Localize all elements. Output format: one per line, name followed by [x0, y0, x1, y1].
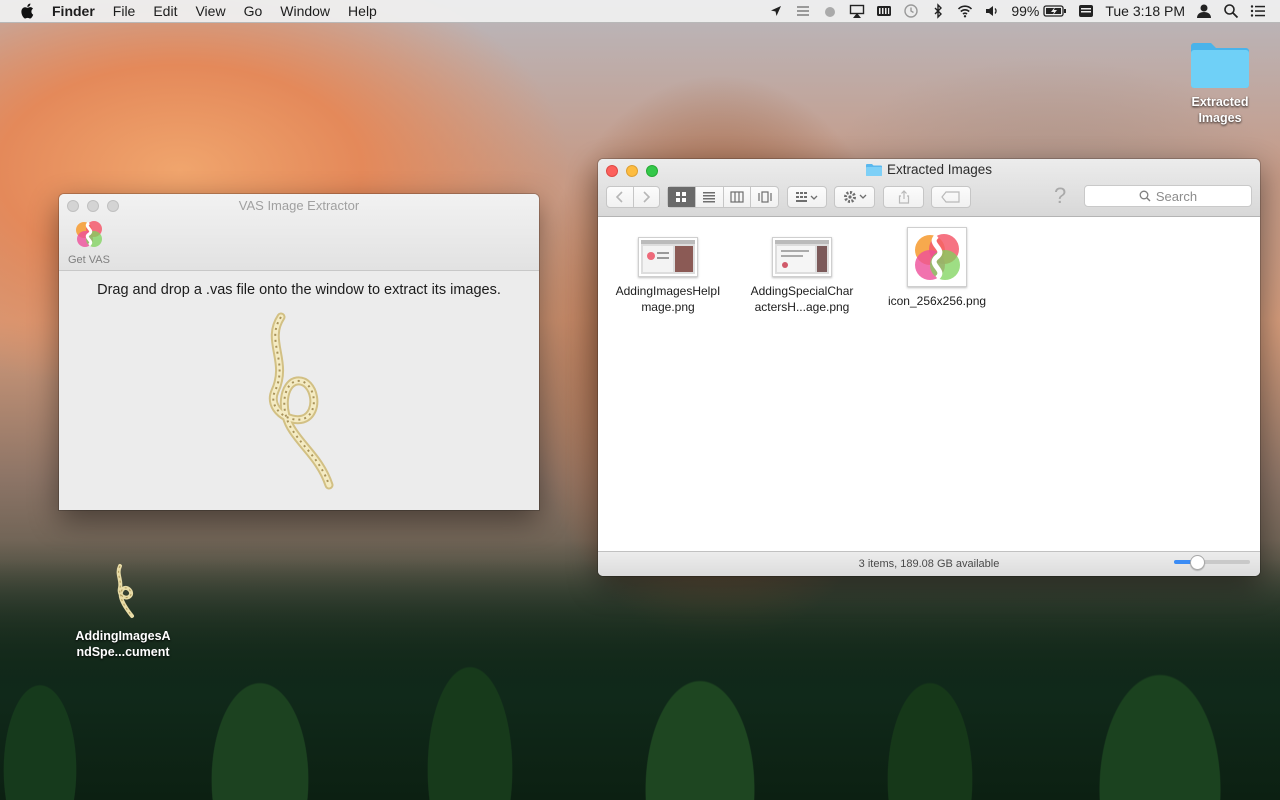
input-source-icon[interactable]: [1078, 3, 1094, 19]
cover-flow-icon: [758, 191, 772, 203]
menu-go[interactable]: Go: [235, 0, 272, 22]
vas-rope-document-icon: [116, 564, 134, 618]
icon-size-slider-knob[interactable]: [1189, 555, 1205, 570]
menu-file[interactable]: File: [104, 0, 145, 22]
folder-icon: [865, 164, 882, 176]
folder-label-line2: Images: [1198, 111, 1242, 125]
spotlight-search-icon[interactable]: [1223, 3, 1239, 19]
finder-window[interactable]: Extracted Images ? Search AddingImagesHe…: [598, 159, 1260, 576]
notification-center-icon[interactable]: [1250, 3, 1266, 19]
help-icon[interactable]: ?: [1054, 183, 1066, 209]
chevron-right-icon: [643, 191, 651, 203]
icon-thumbnail: [907, 227, 967, 287]
back-button[interactable]: [607, 187, 634, 207]
vas-window-titlebar[interactable]: VAS Image Extractor Get VAS: [59, 194, 539, 271]
columns-icon: [730, 191, 744, 203]
wallpaper-forest: [0, 540, 1280, 800]
battery-percent: 99%: [1011, 3, 1040, 19]
battery-charging-icon: [1043, 3, 1067, 19]
finder-content-area[interactable]: AddingImagesHelpI mage.png AddingSpecial…: [598, 217, 1260, 552]
screenshot-preview-image: [775, 240, 829, 274]
file-item-adding-special-characters-image[interactable]: AddingSpecialChar actersH...age.png: [740, 237, 864, 315]
chevron-left-icon: [615, 191, 623, 203]
menu-help[interactable]: Help: [339, 0, 386, 22]
cloud-icon[interactable]: [822, 3, 838, 19]
finder-status-bar: 3 items, 189.08 GB available: [598, 551, 1260, 576]
vas-app-icon: [76, 221, 102, 247]
location-arrow-icon[interactable]: [768, 3, 784, 19]
file-item-icon-256[interactable]: icon_256x256.png: [875, 227, 999, 309]
menu-app-name[interactable]: Finder: [43, 0, 104, 22]
wifi-icon[interactable]: [957, 3, 973, 19]
text-list-icon[interactable]: [795, 3, 811, 19]
screenshot-preview-image: [641, 240, 695, 274]
file-name-line1: AddingSpecialChar: [750, 284, 854, 298]
desktop-vas-document[interactable]: AddingImagesA ndSpe...cument: [70, 562, 176, 660]
airplay-icon[interactable]: [849, 3, 865, 19]
get-vas-label: Get VAS: [68, 254, 110, 266]
share-icon: [898, 190, 909, 204]
finder-window-title: Extracted Images: [598, 162, 1260, 177]
menu-edit[interactable]: Edit: [144, 0, 186, 22]
search-icon: [1139, 190, 1151, 202]
file-name-line2: actersH...age.png: [754, 300, 850, 314]
file-name-line1: icon_256x256.png: [887, 294, 987, 308]
icon-size-slider[interactable]: [1174, 555, 1250, 570]
list-view-button[interactable]: [696, 187, 724, 207]
share-button[interactable]: [883, 186, 924, 208]
menu-window[interactable]: Window: [271, 0, 339, 22]
desktop-folder-extracted-images[interactable]: Extracted Images: [1180, 38, 1260, 126]
bluetooth-icon[interactable]: [930, 3, 946, 19]
rope-illustration: [268, 312, 334, 490]
status-text: 3 items, 189.08 GB available: [858, 558, 1000, 570]
arrange-button[interactable]: [787, 186, 827, 208]
menu-bar: Finder File Edit View Go Window Help 99%…: [0, 0, 1280, 23]
finder-titlebar[interactable]: Extracted Images ? Search: [598, 159, 1260, 217]
finder-title-text: Extracted Images: [886, 162, 993, 177]
memory-icon[interactable]: [876, 3, 892, 19]
action-button[interactable]: [834, 186, 875, 208]
doc-label-line1: AddingImagesA: [75, 629, 171, 643]
get-vas-button[interactable]: Get VAS: [67, 218, 111, 266]
screenshot-thumbnail: [772, 237, 832, 277]
icon-view-button[interactable]: [668, 187, 696, 207]
vas-image-extractor-window[interactable]: VAS Image Extractor Get VAS Drag and dro…: [59, 194, 539, 510]
folder-label-line1: Extracted: [1191, 95, 1249, 109]
battery-status[interactable]: 99%: [1011, 3, 1067, 19]
file-name-line1: AddingImagesHelpI: [615, 284, 721, 298]
menubar-clock[interactable]: Tue 3:18 PM: [1105, 3, 1185, 19]
list-icon: [703, 192, 716, 203]
vas-drop-area[interactable]: Drag and drop a .vas file onto the windo…: [59, 271, 539, 510]
volume-icon[interactable]: [984, 3, 1000, 19]
column-view-button[interactable]: [724, 187, 752, 207]
file-name-line2: mage.png: [641, 300, 695, 314]
grid-icon: [676, 192, 687, 202]
gear-icon: [843, 191, 866, 203]
view-mode-control[interactable]: [667, 186, 779, 208]
folder-icon: [1191, 43, 1249, 88]
search-placeholder: Search: [1155, 188, 1198, 204]
vas-window-title: VAS Image Extractor: [238, 198, 360, 213]
screenshot-thumbnail: [638, 237, 698, 277]
time-machine-icon[interactable]: [903, 3, 919, 19]
user-icon[interactable]: [1196, 3, 1212, 19]
menu-view[interactable]: View: [186, 0, 234, 22]
edit-tags-button[interactable]: [931, 186, 971, 208]
file-item-adding-images-help-image[interactable]: AddingImagesHelpI mage.png: [606, 237, 730, 315]
apple-menu-icon[interactable]: [20, 3, 34, 19]
arrange-icon: [796, 192, 818, 202]
search-field[interactable]: Search: [1084, 185, 1252, 207]
vas-app-icon: [915, 234, 960, 280]
cover-flow-button[interactable]: [751, 187, 778, 207]
doc-label-line2: ndSpe...cument: [76, 645, 170, 659]
vas-instruction-text: Drag and drop a .vas file onto the windo…: [97, 282, 501, 298]
tag-icon: [941, 191, 960, 203]
forward-button[interactable]: [634, 187, 660, 207]
back-forward-control[interactable]: [606, 186, 660, 208]
